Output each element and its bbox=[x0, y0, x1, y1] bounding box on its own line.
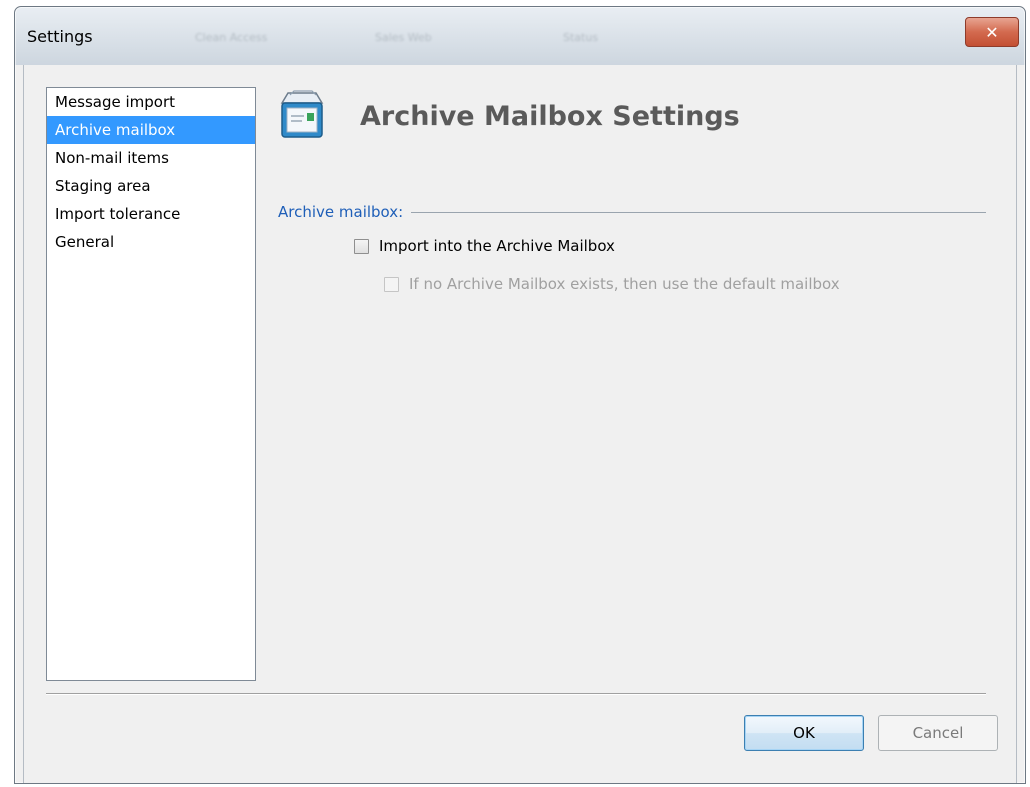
sidebar-item-label: Staging area bbox=[55, 177, 151, 195]
window-title: Settings bbox=[27, 27, 93, 46]
fallback-default-checkbox bbox=[384, 276, 399, 292]
section-divider bbox=[411, 211, 986, 213]
fallback-default-label: If no Archive Mailbox exists, then use t… bbox=[409, 275, 840, 293]
sidebar-item-label: Archive mailbox bbox=[55, 121, 176, 139]
ok-button-label: OK bbox=[793, 724, 815, 742]
background-menu-item: Clean Access bbox=[195, 31, 268, 44]
settings-category-list[interactable]: Message import Archive mailbox Non-mail … bbox=[46, 87, 256, 681]
sidebar-item-archive-mailbox[interactable]: Archive mailbox bbox=[47, 116, 255, 144]
sidebar-item-import-tolerance[interactable]: Import tolerance bbox=[47, 200, 255, 228]
sidebar-item-label: Non-mail items bbox=[55, 149, 169, 167]
settings-window: Settings Clean Access Sales Web Status ✕… bbox=[14, 6, 1026, 784]
close-button[interactable]: ✕ bbox=[965, 17, 1019, 47]
dialog-body: Message import Archive mailbox Non-mail … bbox=[23, 65, 1017, 783]
background-menu-item: Status bbox=[563, 31, 599, 44]
sidebar-item-label: Message import bbox=[55, 93, 176, 111]
sidebar-item-message-import[interactable]: Message import bbox=[47, 88, 255, 116]
title-bar[interactable]: Settings Clean Access Sales Web Status ✕ bbox=[15, 7, 1025, 65]
sidebar-item-general[interactable]: General bbox=[47, 228, 255, 256]
page-title: Archive Mailbox Settings bbox=[360, 101, 740, 132]
archive-mailbox-group: Archive mailbox: bbox=[278, 203, 986, 221]
import-archive-checkbox[interactable] bbox=[354, 238, 369, 254]
section-label: Archive mailbox: bbox=[278, 203, 404, 221]
cancel-button[interactable]: Cancel bbox=[878, 715, 998, 751]
ok-button[interactable]: OK bbox=[744, 715, 864, 751]
background-menu-item: Sales Web bbox=[375, 31, 432, 44]
sidebar-item-label: Import tolerance bbox=[55, 205, 181, 223]
mailbox-settings-icon bbox=[280, 90, 324, 138]
fallback-default-option: If no Archive Mailbox exists, then use t… bbox=[384, 275, 840, 293]
import-archive-label: Import into the Archive Mailbox bbox=[379, 237, 615, 255]
close-icon: ✕ bbox=[985, 22, 999, 42]
settings-panel: Archive Mailbox Settings Archive mailbox… bbox=[274, 87, 986, 679]
import-archive-option[interactable]: Import into the Archive Mailbox bbox=[354, 237, 615, 255]
cancel-button-label: Cancel bbox=[912, 724, 964, 742]
sidebar-item-staging-area[interactable]: Staging area bbox=[47, 172, 255, 200]
sidebar-item-non-mail-items[interactable]: Non-mail items bbox=[47, 144, 255, 172]
sidebar-item-label: General bbox=[55, 233, 115, 251]
footer-divider bbox=[46, 693, 986, 695]
